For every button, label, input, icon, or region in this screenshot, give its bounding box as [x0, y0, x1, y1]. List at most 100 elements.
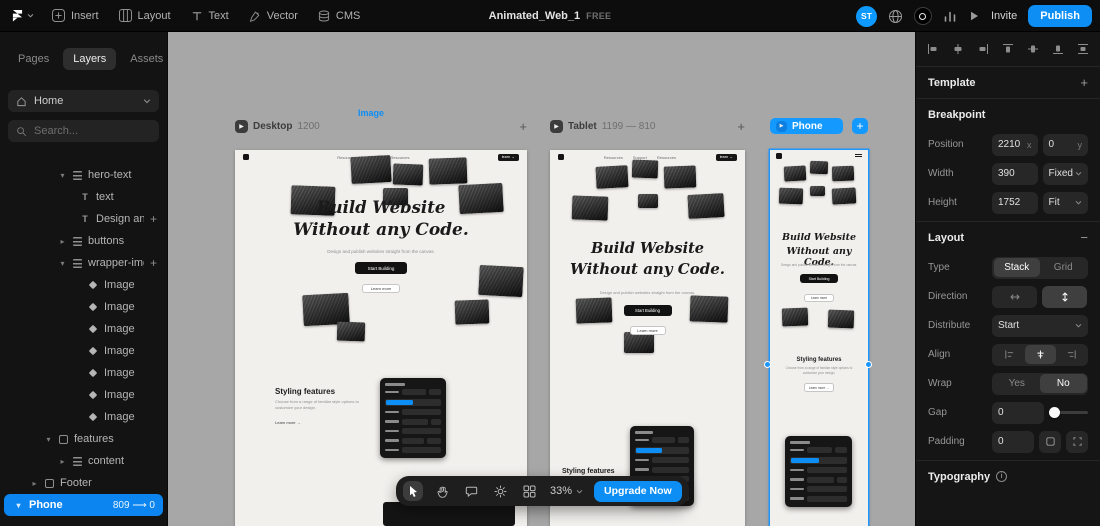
learn-more-button[interactable]: Learn more [362, 284, 400, 293]
align-center-option[interactable] [1024, 345, 1056, 364]
height-mode-dropdown[interactable]: Fit [1042, 191, 1088, 214]
padding-input[interactable]: 0 [992, 430, 1034, 453]
project-title[interactable]: Animated_Web_1 [489, 10, 581, 22]
image-thumbnail[interactable] [428, 157, 468, 185]
tab-pages[interactable]: Pages [8, 48, 59, 70]
layer-row-image[interactable]: Image [0, 318, 167, 340]
padding-individual-button[interactable] [1066, 430, 1088, 453]
layer-row-image[interactable]: Image [0, 384, 167, 406]
type-stack-option[interactable]: Stack [993, 258, 1040, 277]
align-bottom-icon[interactable] [1052, 43, 1064, 55]
caret-right-icon[interactable]: ▸ [58, 457, 67, 466]
direction-horizontal-button[interactable] [992, 285, 1037, 308]
learn-more-button[interactable]: Learn more [804, 294, 834, 302]
position-x-input[interactable]: 2210 x [992, 133, 1038, 156]
hero-subtext[interactable]: Design and publish websites straight fro… [778, 263, 860, 267]
image-thumbnail[interactable] [624, 332, 654, 353]
caret-down-icon[interactable]: ▾ [58, 259, 67, 268]
start-building-button[interactable]: Start Building [623, 305, 672, 316]
gap-slider[interactable] [1048, 402, 1088, 424]
styling-panel-mockup[interactable] [380, 378, 446, 458]
styling-panel-mockup[interactable] [785, 436, 852, 507]
align-center-horizontal-icon[interactable] [952, 43, 964, 55]
phone-frame[interactable]: Build Website Without any Code. Design a… [770, 150, 868, 526]
caret-down-icon[interactable]: ▾ [14, 501, 23, 510]
image-thumbnail[interactable] [638, 194, 658, 208]
layout-section-header[interactable]: Layout − [928, 222, 1088, 253]
image-thumbnail[interactable] [336, 321, 366, 342]
typography-section-header[interactable]: Typography i [928, 461, 1088, 492]
play-icon[interactable]: ▶ [776, 120, 787, 132]
image-thumbnail[interactable] [809, 160, 829, 175]
gap-input[interactable]: 0 [992, 401, 1044, 424]
caret-down-icon[interactable]: ▾ [44, 435, 53, 444]
layer-row-content[interactable]: ▸ content [0, 450, 167, 472]
play-icon[interactable]: ▶ [550, 119, 563, 133]
align-start-option[interactable] [994, 345, 1025, 364]
add-section-icon[interactable]: + [737, 119, 745, 134]
selection-handle-left[interactable] [764, 361, 771, 368]
padding-uniform-button[interactable] [1039, 430, 1061, 453]
add-template-icon[interactable]: + [1080, 75, 1088, 90]
wrap-no-option[interactable]: No [1040, 374, 1087, 393]
analytics-icon[interactable] [943, 9, 957, 23]
layout-menu-button[interactable]: Layout [111, 4, 179, 27]
align-end-option[interactable] [1056, 345, 1087, 364]
image-thumbnail[interactable] [350, 154, 392, 185]
image-thumbnail[interactable] [571, 195, 609, 221]
design-canvas[interactable]: Image ▶ Desktop 1200 + ▶ Tablet 1199 — 8… [168, 32, 915, 526]
cms-menu-button[interactable]: CMS [310, 5, 368, 27]
add-breakpoint-button[interactable]: + [852, 118, 868, 134]
search-box[interactable] [8, 120, 159, 142]
desktop-frame-header[interactable]: ▶ Desktop 1200 + [235, 118, 527, 134]
cursor-tool-button[interactable] [403, 481, 423, 501]
width-mode-dropdown[interactable]: Fixed [1042, 162, 1088, 185]
layer-row-phone-selected[interactable]: ▾ Phone 809 ⟶ 0 [4, 494, 163, 516]
hand-tool-button[interactable] [432, 481, 452, 501]
upgrade-button[interactable]: Upgrade Now [594, 480, 682, 502]
image-thumbnail[interactable] [631, 159, 659, 179]
hero-heading-line2[interactable]: Without any Code. [550, 260, 745, 278]
play-icon[interactable]: ▶ [235, 119, 248, 133]
image-thumbnail[interactable] [478, 264, 524, 298]
hero-heading-line1[interactable]: Build Website [550, 240, 745, 257]
invite-button[interactable]: Invite [991, 10, 1017, 22]
layer-row-image[interactable]: Image [0, 362, 167, 384]
tablet-frame-header[interactable]: ▶ Tablet 1199 — 810 + [550, 118, 745, 134]
image-thumbnail[interactable] [454, 299, 490, 325]
image-thumbnail[interactable] [392, 163, 424, 186]
image-thumbnail[interactable] [778, 187, 804, 205]
add-section-icon[interactable]: + [519, 119, 527, 134]
template-section-header[interactable]: Template + [928, 67, 1088, 98]
image-thumbnail[interactable] [687, 193, 725, 219]
app-logo-menu[interactable] [6, 5, 40, 26]
record-icon[interactable] [913, 7, 932, 25]
user-avatar[interactable]: ST [855, 5, 877, 27]
hero-subtext[interactable]: Design and publish websites straight fro… [258, 249, 503, 254]
insert-menu-button[interactable]: Insert [44, 4, 107, 27]
image-thumbnail[interactable] [810, 186, 825, 196]
phone-breakpoint-pill[interactable]: ▶ Phone [770, 118, 843, 134]
layer-row-buttons[interactable]: ▸ buttons [0, 230, 167, 252]
layer-row-design[interactable]: T Design and p + [0, 208, 167, 230]
layer-row-image[interactable]: Image [0, 340, 167, 362]
tablet-frame[interactable]: Resources Support Resources learn → Buil… [550, 150, 745, 526]
image-thumbnail[interactable] [783, 165, 807, 182]
preview-play-icon[interactable] [968, 10, 980, 22]
layer-row-text[interactable]: T text [0, 186, 167, 208]
theme-toggle-icon[interactable] [490, 481, 510, 501]
image-thumbnail[interactable] [827, 309, 855, 329]
layer-row-hero-text[interactable]: ▾ hero-text [0, 164, 167, 186]
styling-features-block[interactable]: Styling features Choose from a range of … [778, 357, 860, 394]
distribute-icon[interactable] [1077, 43, 1089, 55]
text-tool-button[interactable]: Text [183, 5, 237, 27]
position-y-input[interactable]: 0 y [1042, 133, 1088, 156]
hero-subtext[interactable]: Design and publish websites straight fro… [566, 290, 730, 295]
layer-row-footer[interactable]: ▸ Footer [0, 472, 167, 494]
type-grid-option[interactable]: Grid [1040, 258, 1087, 277]
desktop-frame[interactable]: Resources Support Resources learn → Buil… [235, 150, 527, 526]
caret-down-icon[interactable]: ▾ [58, 171, 67, 180]
image-thumbnail[interactable] [595, 165, 629, 189]
selected-element-label[interactable]: Image [358, 108, 384, 118]
hero-heading-line1[interactable]: Build Website [770, 232, 868, 243]
